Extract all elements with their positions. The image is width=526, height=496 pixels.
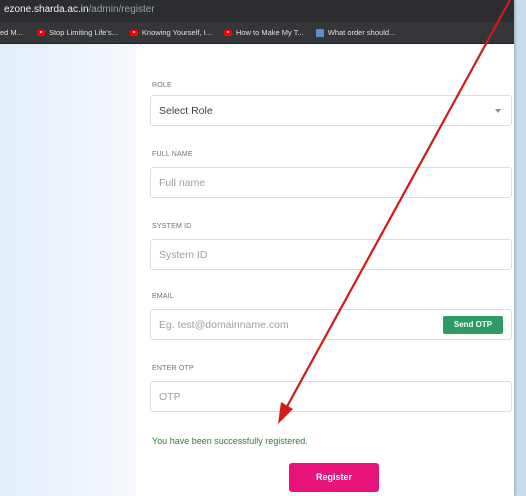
youtube-icon (36, 29, 45, 36)
bookmark-item[interactable]: Knowing Yourself, I... (129, 28, 212, 37)
register-button[interactable]: Register (289, 463, 379, 492)
send-otp-button[interactable]: Send OTP (443, 316, 503, 334)
bookmarks-bar: ed M... Stop Limiting Life's... Knowing … (0, 22, 514, 44)
system-id-placeholder: System ID (159, 249, 208, 261)
bookmark-item[interactable]: ed M... (0, 28, 23, 37)
bookmark-item[interactable]: What order should... (315, 28, 396, 37)
otp-placeholder: OTP (159, 391, 181, 403)
bookmark-label: What order should... (327, 28, 396, 37)
otp-input[interactable]: OTP (150, 381, 512, 412)
otp-label: ENTER OTP (152, 365, 194, 372)
role-select-value: Select Role (159, 105, 213, 117)
chevron-down-icon (495, 109, 501, 113)
full-name-label: FULL NAME (152, 151, 193, 158)
role-label: ROLE (152, 82, 172, 89)
url-host: ezone.sharda.ac.in (4, 4, 89, 15)
youtube-icon (129, 29, 138, 36)
bookmark-label: ed M... (0, 28, 23, 37)
full-name-input[interactable]: Full name (150, 167, 512, 198)
bookmark-label: How to Make My T... (235, 28, 304, 37)
document-icon (315, 28, 324, 37)
bookmark-label: Stop Limiting Life's... (48, 28, 118, 37)
url-path: /admin/register (88, 4, 155, 15)
system-id-input[interactable]: System ID (150, 239, 512, 270)
bookmark-item[interactable]: How to Make My T... (223, 28, 304, 37)
bookmark-item[interactable]: Stop Limiting Life's... (36, 28, 118, 37)
email-input[interactable]: Eg. test@domainname.com Send OTP (150, 309, 512, 340)
bookmark-label: Knowing Yourself, I... (141, 28, 212, 37)
role-select[interactable]: Select Role (150, 95, 512, 126)
left-panel (0, 44, 136, 496)
email-label: EMAIL (152, 293, 175, 300)
address-bar[interactable]: ezone.sharda.ac.in/admin/register (0, 0, 514, 22)
system-id-label: SYSTEM ID (152, 223, 192, 230)
full-name-placeholder: Full name (159, 177, 206, 189)
success-message: You have been successfully registered. (152, 436, 308, 446)
email-placeholder: Eg. test@domainname.com (159, 319, 289, 331)
youtube-icon (223, 29, 232, 36)
